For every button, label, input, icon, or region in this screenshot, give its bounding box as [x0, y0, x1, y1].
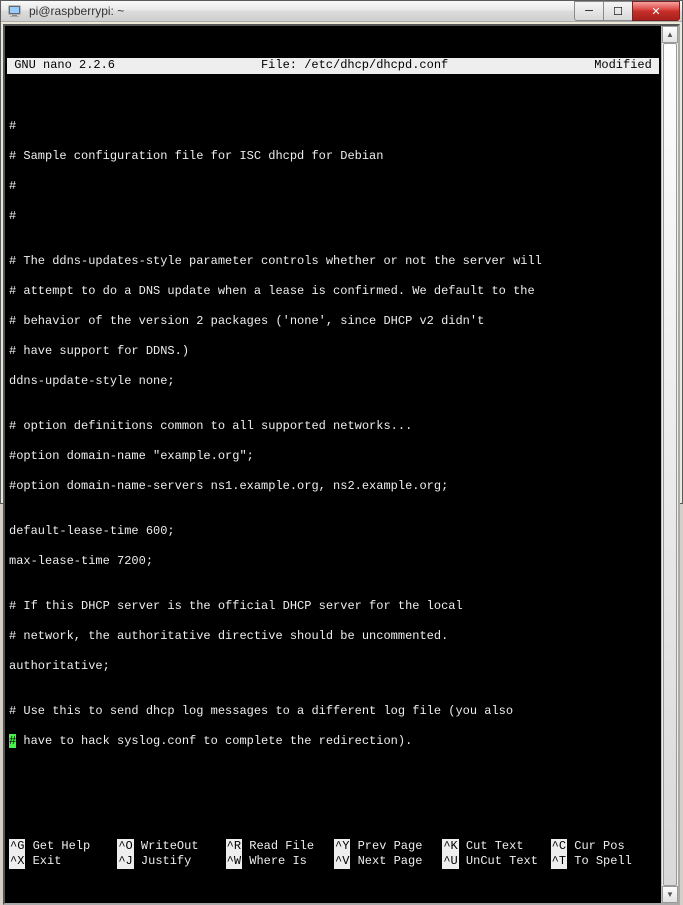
editor-line: # network, the authoritative directive s… [9, 629, 659, 644]
editor-content[interactable]: # # Sample configuration file for ISC dh… [7, 104, 659, 809]
editor-line: #option domain-name-servers ns1.example.… [9, 479, 659, 494]
maximize-button[interactable]: ☐ [603, 1, 633, 21]
editor-line: # option definitions common to all suppo… [9, 419, 659, 434]
nano-footer: ^GGet Help ^OWriteOut ^RRead File ^YPrev… [7, 839, 659, 871]
editor-line: # have to hack syslog.conf to complete t… [9, 734, 659, 749]
nano-filename: File: /etc/dhcp/dhcpd.conf [122, 58, 587, 74]
editor-line-rest: have to hack syslog.conf to complete the… [16, 734, 412, 748]
shortcut-justify[interactable]: ^JJustify [117, 854, 225, 869]
window-controls: ─ ☐ ✕ [575, 1, 680, 21]
shortcut-read-file[interactable]: ^RRead File [226, 839, 334, 854]
scroll-track[interactable] [662, 43, 678, 886]
shortcut-prev-page[interactable]: ^YPrev Page [334, 839, 442, 854]
window-title: pi@raspberrypi: ~ [29, 4, 575, 18]
editor-line: # Use this to send dhcp log messages to … [9, 704, 659, 719]
editor-line: # behavior of the version 2 packages ('n… [9, 314, 659, 329]
scroll-up-button[interactable]: ▲ [662, 26, 678, 43]
editor-line: # [9, 119, 659, 134]
editor-line: # [9, 209, 659, 224]
scroll-down-button[interactable]: ▼ [662, 886, 678, 903]
shortcut-uncut-text[interactable]: ^UUnCut Text [442, 854, 550, 869]
nano-version: GNU nano 2.2.6 [7, 58, 122, 74]
shortcut-next-page[interactable]: ^VNext Page [334, 854, 442, 869]
terminal[interactable]: GNU nano 2.2.6 File: /etc/dhcp/dhcpd.con… [5, 26, 661, 903]
shortcut-where-is[interactable]: ^WWhere Is [226, 854, 334, 869]
editor-line: ddns-update-style none; [9, 374, 659, 389]
app-window: pi@raspberrypi: ~ ─ ☐ ✕ GNU nano 2.2.6 F… [0, 0, 683, 504]
editor-line: max-lease-time 7200; [9, 554, 659, 569]
putty-icon [7, 3, 23, 19]
editor-line: # The ddns-updates-style parameter contr… [9, 254, 659, 269]
titlebar[interactable]: pi@raspberrypi: ~ ─ ☐ ✕ [1, 1, 682, 22]
shortcut-get-help[interactable]: ^GGet Help [9, 839, 117, 854]
shortcut-exit[interactable]: ^XExit [9, 854, 117, 869]
cursor: # [9, 734, 16, 748]
minimize-button[interactable]: ─ [574, 1, 604, 21]
vertical-scrollbar[interactable]: ▲ ▼ [661, 26, 678, 903]
editor-line: # Sample configuration file for ISC dhcp… [9, 149, 659, 164]
editor-line: authoritative; [9, 659, 659, 674]
editor-blank [9, 764, 659, 779]
nano-header: GNU nano 2.2.6 File: /etc/dhcp/dhcpd.con… [7, 58, 659, 74]
shortcut-writeout[interactable]: ^OWriteOut [117, 839, 225, 854]
shortcut-cut-text[interactable]: ^KCut Text [442, 839, 550, 854]
shortcut-to-spell[interactable]: ^TTo Spell [551, 854, 659, 869]
close-button[interactable]: ✕ [632, 1, 680, 21]
scroll-thumb[interactable] [663, 43, 677, 886]
editor-line: # attempt to do a DNS update when a leas… [9, 284, 659, 299]
editor-line: # have support for DDNS.) [9, 344, 659, 359]
editor-line: # If this DHCP server is the official DH… [9, 599, 659, 614]
terminal-container: GNU nano 2.2.6 File: /etc/dhcp/dhcpd.con… [3, 24, 680, 905]
shortcut-cur-pos[interactable]: ^CCur Pos [551, 839, 659, 854]
nano-status: Modified [587, 58, 659, 74]
editor-line: default-lease-time 600; [9, 524, 659, 539]
editor-line: #option domain-name "example.org"; [9, 449, 659, 464]
editor-line: # [9, 179, 659, 194]
